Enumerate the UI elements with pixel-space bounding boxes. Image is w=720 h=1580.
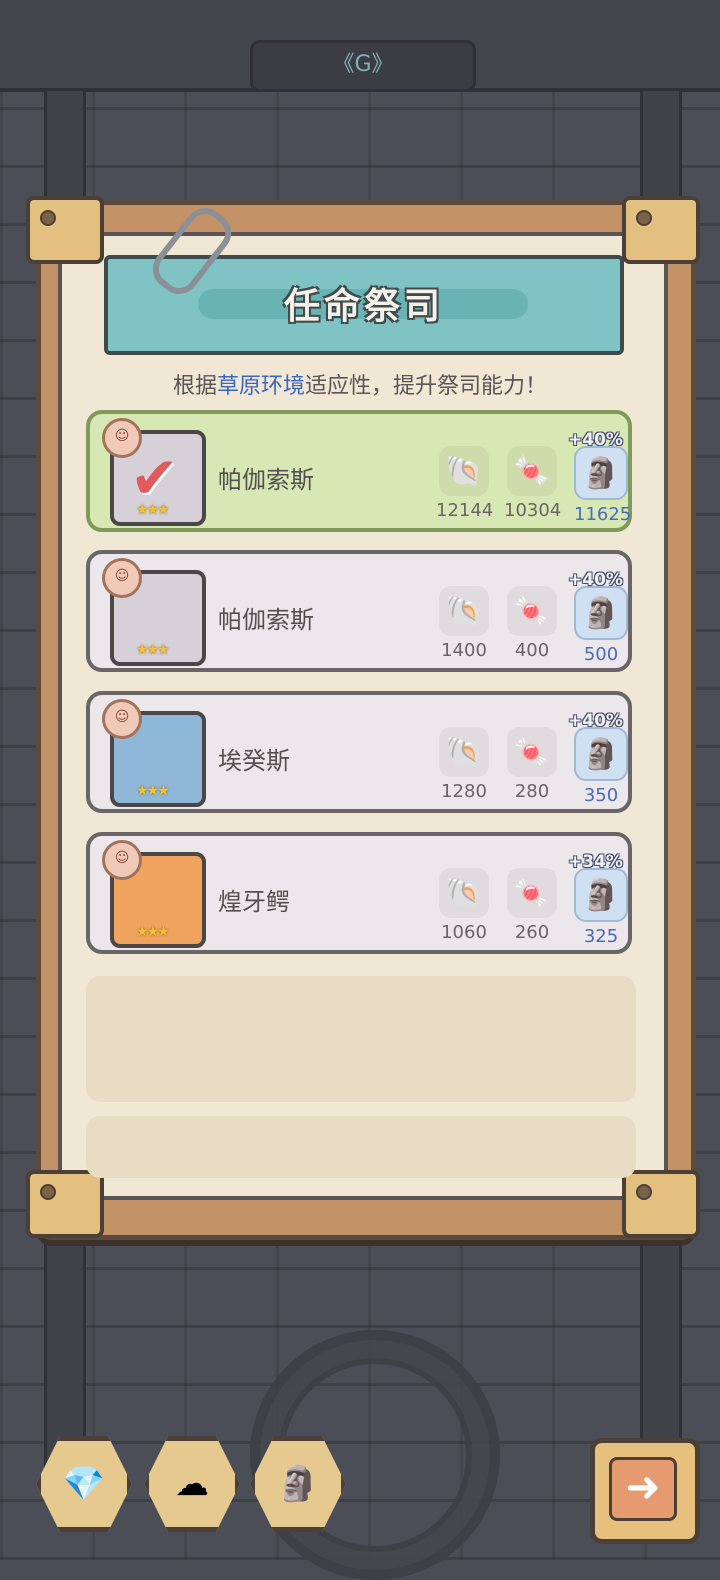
stat-candy: 🍬 10304 xyxy=(504,446,562,521)
idol-icon: 🗿 xyxy=(574,586,628,640)
subtitle-suffix: 适应性，提升祭司能力！ xyxy=(305,374,548,399)
stat-shell: 🐚 1060 xyxy=(436,868,492,943)
shell-icon: 🐚 xyxy=(439,586,489,636)
stat-candy: 🍬 280 xyxy=(504,727,560,802)
star-rating: ★★★ xyxy=(136,502,170,518)
stat-shell: 🐚 1280 xyxy=(436,727,492,802)
stat-value: 1280 xyxy=(441,781,487,802)
candy-icon: 🍬 xyxy=(507,727,557,777)
candy-icon: 🍬 xyxy=(507,446,557,496)
stat-value: 12144 xyxy=(436,500,494,521)
stat-shell: 🐚 1400 xyxy=(436,586,492,661)
stat-value: 1060 xyxy=(441,922,487,943)
crystal-icon: 💎 xyxy=(62,1464,106,1504)
stat-shell: 🐚 12144 xyxy=(436,446,494,521)
totem-icon: 🗿 xyxy=(276,1464,320,1504)
priest-name: 帕伽索斯 xyxy=(218,606,314,634)
corner-bracket xyxy=(622,196,700,264)
stat-candy: 🍬 260 xyxy=(504,868,560,943)
priest-row-1[interactable]: ✔ ☺ ★★★ 帕伽索斯 🐚 12144 🍬 10304 +40% 🗿 1162… xyxy=(86,410,632,532)
idol-icon: 🗿 xyxy=(574,727,628,781)
stat-idol: 🗿 350 xyxy=(574,727,628,806)
medal-icon: ☺ xyxy=(102,558,142,598)
next-button[interactable]: ➜ xyxy=(590,1438,700,1544)
star-rating: ★★★ xyxy=(136,783,170,799)
stat-idol: 🗿 500 xyxy=(574,586,628,665)
candy-icon: 🍬 xyxy=(507,868,557,918)
priest-row-3[interactable]: ☺ ★★★ 埃癸斯 🐚 1280 🍬 280 +40% 🗿 350 xyxy=(86,691,632,813)
stat-value: 10304 xyxy=(504,500,562,521)
subtitle-prefix: 根据 xyxy=(172,374,217,399)
stat-candy: 🍬 400 xyxy=(504,586,560,661)
stat-value: 350 xyxy=(583,785,619,806)
arrow-right-icon: ➜ xyxy=(609,1457,677,1521)
corner-bracket xyxy=(26,196,104,264)
priest-name: 埃癸斯 xyxy=(218,747,290,775)
shell-icon: 🐚 xyxy=(439,446,489,496)
priest-row-2[interactable]: ☺ ★★★ 帕伽索斯 🐚 1400 🍬 400 +40% 🗿 500 xyxy=(86,550,632,672)
medal-icon: ☺ xyxy=(102,418,142,458)
stat-value: 400 xyxy=(514,640,550,661)
priest-name: 帕伽索斯 xyxy=(218,466,314,494)
shell-icon: 🐚 xyxy=(439,868,489,918)
top-beam: 《G》 xyxy=(0,0,720,92)
idol-icon: 🗿 xyxy=(574,446,628,500)
star-rating: ★★★ xyxy=(136,924,170,940)
medal-icon: ☺ xyxy=(102,699,142,739)
empty-slot xyxy=(86,976,636,1102)
empty-slot xyxy=(86,1116,636,1178)
priest-row-4[interactable]: ☺ ★★★ 煌牙鳄 🐚 1060 🍬 260 +34% 🗿 325 xyxy=(86,832,632,954)
panel-subtitle: 根据草原环境适应性，提升祭司能力！ xyxy=(0,368,720,400)
idol-icon: 🗿 xyxy=(574,868,628,922)
corner-bracket xyxy=(26,1170,104,1238)
star-rating: ★★★ xyxy=(136,642,170,658)
stat-value: 260 xyxy=(514,922,550,943)
stat-value: 280 xyxy=(514,781,550,802)
subtitle-highlight: 草原环境 xyxy=(216,374,305,399)
stat-value: 1400 xyxy=(441,640,487,661)
stat-value: 11625 xyxy=(574,504,632,525)
stat-idol: 🗿 325 xyxy=(574,868,628,947)
medal-icon: ☺ xyxy=(102,840,142,880)
top-emblem: 《G》 xyxy=(250,40,476,92)
candy-icon: 🍬 xyxy=(507,586,557,636)
stat-idol: 🗿 11625 xyxy=(574,446,632,525)
corner-bracket xyxy=(622,1170,700,1238)
stat-value: 500 xyxy=(583,644,619,665)
cloud-icon: ☁ xyxy=(175,1464,209,1504)
stat-value: 325 xyxy=(583,926,619,947)
priest-name: 煌牙鳄 xyxy=(218,888,290,916)
shell-icon: 🐚 xyxy=(439,727,489,777)
